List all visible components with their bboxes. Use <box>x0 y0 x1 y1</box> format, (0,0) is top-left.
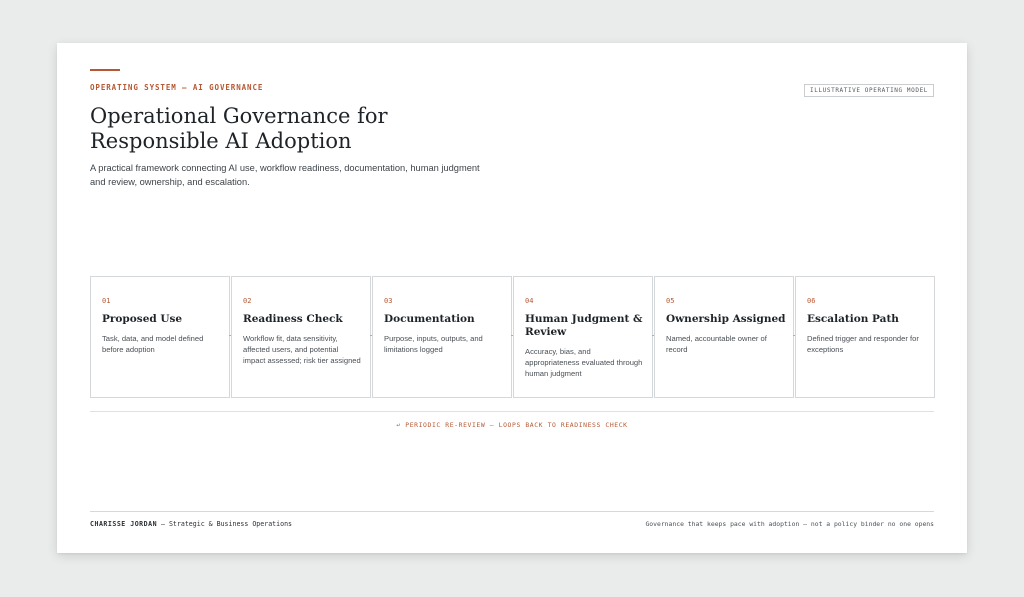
footer-author: CHARISSE JORDAN — Strategic & Business O… <box>90 520 292 528</box>
step-description: Workflow fit, data sensitivity, affected… <box>243 334 361 365</box>
step-number: 01 <box>102 297 111 305</box>
step-title: Ownership Assigned <box>666 313 786 325</box>
step-card-escalation: 06 Escalation Path Defined trigger and r… <box>795 276 935 398</box>
model-badge: ILLUSTRATIVE OPERATING MODEL <box>804 84 934 97</box>
step-title: Documentation <box>384 313 475 325</box>
process-steps: 01 Proposed Use Task, data, and model de… <box>90 276 935 398</box>
step-title: Escalation Path <box>807 313 899 325</box>
step-description: Accuracy, bias, and appropriateness eval… <box>525 347 643 378</box>
accent-rule <box>90 69 120 71</box>
step-title: Proposed Use <box>102 313 183 325</box>
step-number: 03 <box>384 297 393 305</box>
step-description: Named, accountable owner of record <box>666 334 767 354</box>
step-card-human-judgment: 04 Human Judgment & Review Accuracy, bia… <box>513 276 653 398</box>
governance-card: OPERATING SYSTEM — AI GOVERNANCE ILLUSTR… <box>57 43 967 553</box>
page-title: Operational Governance for Responsible A… <box>90 104 388 153</box>
section-divider <box>90 411 934 412</box>
step-number: 02 <box>243 297 252 305</box>
step-number: 06 <box>807 297 816 305</box>
author-role: — Strategic & Business Operations <box>157 520 293 528</box>
step-number: 05 <box>666 297 675 305</box>
author-name: CHARISSE JORDAN <box>90 520 158 528</box>
step-number: 04 <box>525 297 534 305</box>
step-card-proposed-use: 01 Proposed Use Task, data, and model de… <box>90 276 230 398</box>
page-subtitle: A practical framework connecting AI use,… <box>90 163 480 187</box>
eyebrow-label: OPERATING SYSTEM — AI GOVERNANCE <box>90 83 264 92</box>
step-description: Task, data, and model defined before ado… <box>102 334 204 354</box>
footer-tagline: Governance that keeps pace with adoption… <box>645 520 934 528</box>
step-description: Purpose, inputs, outputs, and limitation… <box>384 334 483 354</box>
footer-divider <box>90 511 934 512</box>
step-title: Human Judgment & Review <box>525 313 643 338</box>
step-card-ownership: 05 Ownership Assigned Named, accountable… <box>654 276 794 398</box>
step-title: Readiness Check <box>243 313 343 325</box>
step-card-readiness-check: 02 Readiness Check Workflow fit, data se… <box>231 276 371 398</box>
step-card-documentation: 03 Documentation Purpose, inputs, output… <box>372 276 512 398</box>
loop-note: ↩ PERIODIC RE-REVIEW — LOOPS BACK TO REA… <box>396 421 628 429</box>
step-description: Defined trigger and responder for except… <box>807 334 919 354</box>
